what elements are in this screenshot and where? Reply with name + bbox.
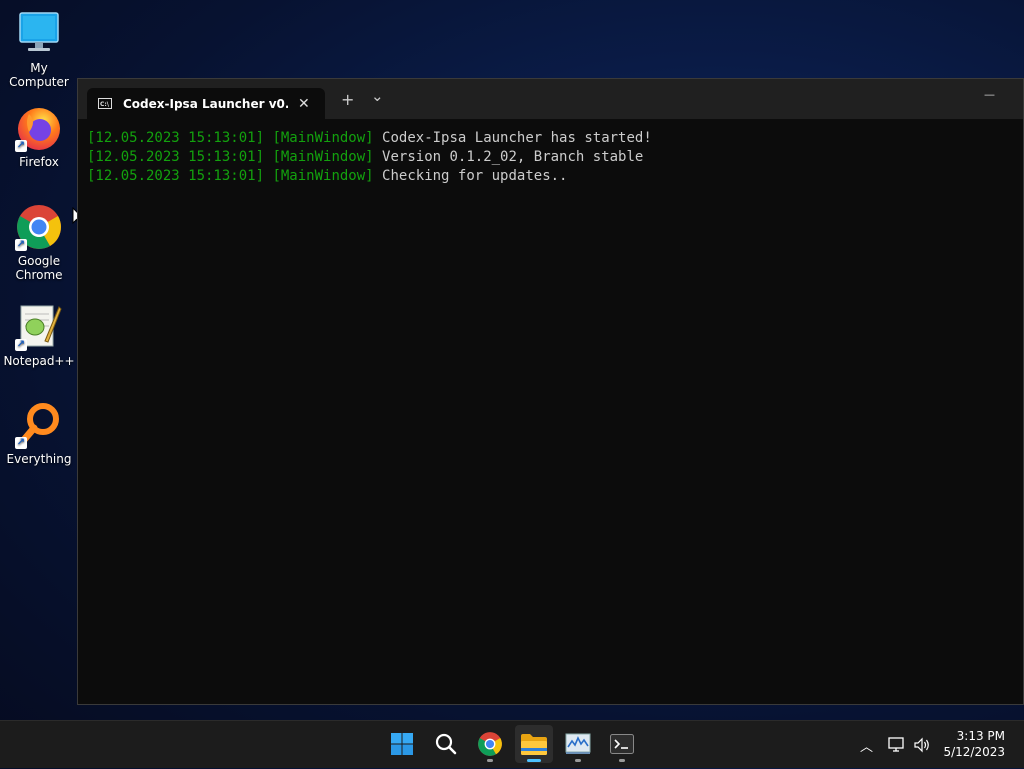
log-timestamp: [12.05.2023 15:13:01] bbox=[87, 149, 265, 165]
desktop-icon-label: Notepad++ bbox=[3, 354, 75, 368]
clock-time: 3:13 PM bbox=[956, 729, 1005, 743]
terminal-titlebar[interactable]: C:\ Codex-Ipsa Launcher v0.1.2_02 ✕ + ⌄ … bbox=[78, 79, 1023, 119]
everything-search-icon: ↗ bbox=[15, 401, 63, 449]
desktop-icon-label: Google Chrome bbox=[15, 254, 63, 282]
notepad-plus-plus-icon: ↗ bbox=[15, 303, 63, 351]
taskbar-chrome[interactable] bbox=[471, 725, 509, 763]
desktop-icon-my-computer[interactable]: My Computer bbox=[0, 10, 78, 89]
desktop-icon-firefox[interactable]: ↗ Firefox bbox=[0, 104, 78, 169]
log-message: Version 0.1.2_02, Branch stable bbox=[382, 149, 644, 165]
terminal-line: [12.05.2023 15:13:01] [MainWindow] Codex… bbox=[87, 129, 1023, 148]
search-button[interactable] bbox=[427, 725, 465, 763]
tab-dropdown-button[interactable]: ⌄ bbox=[371, 87, 384, 105]
shortcut-arrow-icon: ↗ bbox=[15, 437, 27, 449]
taskbar-resource-monitor[interactable] bbox=[559, 725, 597, 763]
start-button[interactable] bbox=[383, 725, 421, 763]
running-indicator bbox=[619, 759, 625, 762]
desktop-icon-label: Everything bbox=[6, 452, 72, 466]
chrome-icon: ↗ bbox=[15, 203, 63, 251]
log-source: [MainWindow] bbox=[272, 130, 374, 146]
terminal-output[interactable]: [12.05.2023 15:13:01] [MainWindow] Codex… bbox=[78, 119, 1023, 186]
search-icon bbox=[435, 733, 457, 755]
taskbar-terminal[interactable] bbox=[603, 725, 641, 763]
desktop-icon-label: My Computer bbox=[9, 61, 69, 89]
chrome-icon bbox=[478, 732, 502, 756]
tab-codex-ipsa-launcher[interactable]: C:\ Codex-Ipsa Launcher v0.1.2_02 ✕ bbox=[87, 88, 325, 119]
shortcut-arrow-icon: ↗ bbox=[15, 239, 27, 251]
resource-monitor-icon bbox=[565, 733, 591, 754]
desktop-icon-label: Firefox bbox=[19, 155, 59, 169]
folder-icon bbox=[521, 734, 547, 755]
taskbar-clock[interactable]: 3:13 PM 5/12/2023 bbox=[943, 728, 1005, 760]
log-message: Checking for updates.. bbox=[382, 168, 568, 184]
running-indicator bbox=[575, 759, 581, 762]
tab-title: Codex-Ipsa Launcher v0.1.2_02 bbox=[123, 96, 288, 111]
shortcut-arrow-icon: ↗ bbox=[15, 339, 27, 351]
log-timestamp: [12.05.2023 15:13:01] bbox=[87, 168, 265, 184]
minimize-button[interactable]: — bbox=[984, 88, 995, 101]
volume-icon[interactable] bbox=[913, 737, 931, 753]
clock-date: 5/12/2023 bbox=[943, 745, 1005, 759]
log-source: [MainWindow] bbox=[272, 168, 374, 184]
desktop-icon-google-chrome[interactable]: ↗ Google Chrome bbox=[0, 203, 78, 282]
windows-logo-icon bbox=[391, 733, 413, 755]
terminal-line: [12.05.2023 15:13:01] [MainWindow] Check… bbox=[87, 167, 1023, 186]
desktop-icon-notepad-plus-plus[interactable]: ↗ Notepad++ bbox=[0, 303, 78, 368]
terminal-window[interactable]: C:\ Codex-Ipsa Launcher v0.1.2_02 ✕ + ⌄ … bbox=[77, 78, 1024, 705]
console-icon: C:\ bbox=[98, 98, 112, 109]
new-tab-button[interactable]: + bbox=[341, 90, 354, 109]
system-tray: ︿ bbox=[860, 721, 931, 769]
terminal-line: [12.05.2023 15:13:01] [MainWindow] Versi… bbox=[87, 148, 1023, 167]
computer-icon bbox=[15, 10, 63, 58]
network-icon[interactable] bbox=[887, 737, 905, 753]
desktop-icon-everything[interactable]: ↗ Everything bbox=[0, 401, 78, 466]
terminal-icon bbox=[610, 734, 634, 754]
show-hidden-icons-chevron-icon[interactable]: ︿ bbox=[860, 736, 873, 755]
shortcut-arrow-icon: ↗ bbox=[15, 140, 27, 152]
running-indicator bbox=[487, 759, 493, 762]
taskbar: ︿ 3:13 PM 5/12/2023 bbox=[0, 720, 1024, 768]
log-source: [MainWindow] bbox=[272, 149, 374, 165]
taskbar-file-explorer[interactable] bbox=[515, 725, 553, 763]
running-indicator bbox=[527, 759, 541, 762]
log-timestamp: [12.05.2023 15:13:01] bbox=[87, 130, 265, 146]
close-tab-icon[interactable]: ✕ bbox=[298, 96, 310, 112]
firefox-icon: ↗ bbox=[15, 104, 63, 152]
log-message: Codex-Ipsa Launcher has started! bbox=[382, 130, 652, 146]
